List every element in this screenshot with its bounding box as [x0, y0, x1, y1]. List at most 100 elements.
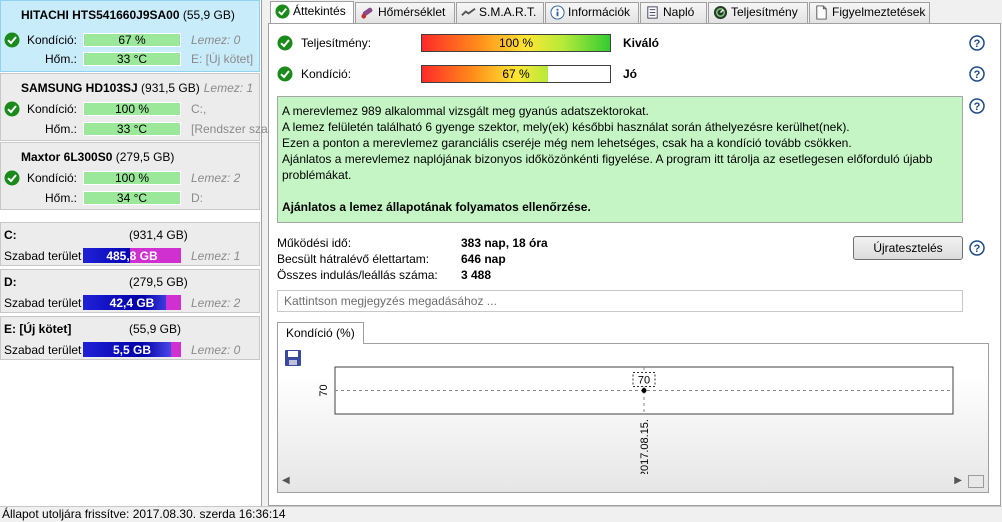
uptime-label: Működési idő:: [277, 236, 352, 250]
condition-chart: 70 2017.08.15. 70 ◀ ▶: [277, 343, 989, 493]
tab-warnings[interactable]: Figyelmeztetések: [809, 2, 930, 23]
performance-label: Teljesítmény:: [301, 36, 372, 50]
tab-smart[interactable]: S.M.A.R.T.: [456, 2, 544, 23]
tab-label: Figyelmeztetések: [832, 5, 926, 19]
disk-item-maxtor[interactable]: Maxtor 6L300S0 (279,5 GB) Kondíció: 100 …: [0, 142, 260, 210]
free-space-value: 5,5 GB: [112, 343, 151, 357]
disk-volume: E: [Új kötet]: [191, 52, 254, 66]
info-icon: [550, 5, 565, 20]
tab-label: S.M.A.R.T.: [479, 5, 537, 19]
tab-label: Áttekintés: [293, 4, 346, 18]
start-stop-label: Összes indulás/leállás száma:: [277, 268, 438, 282]
temp-value: 33 °C: [83, 52, 181, 66]
disk-volume-label: [Rendszer sza: [191, 122, 268, 136]
condition-bar: 67 %: [421, 65, 611, 83]
volume-lemez: Lemez: 1: [191, 249, 241, 263]
data-point: [641, 388, 647, 393]
chart-tab-condition[interactable]: Kondíció (%): [277, 322, 364, 344]
document-icon: [816, 5, 827, 20]
condition-value: 67 %: [502, 67, 530, 81]
scroll-right-arrow[interactable]: ▶: [954, 475, 962, 486]
temp-value: 33 °C: [83, 122, 181, 136]
disk-item-samsung[interactable]: SAMSUNG HD103SJ (931,5 GB) Lemez: 1 Kondí…: [0, 73, 268, 141]
volume-item-c[interactable]: C: (931,4 GB) Szabad terület 485,8 GB Le…: [0, 222, 260, 266]
recommendation: Ajánlatos a lemez állapotának folyamatos…: [282, 200, 591, 214]
tab-label: Hőmérséklet: [378, 5, 446, 19]
disk-volume: D:: [191, 191, 203, 205]
volume-name: E: [Új kötet]: [4, 322, 72, 336]
performance-value: 100 %: [498, 36, 534, 50]
volume-name: D:: [4, 275, 17, 289]
free-space-label: Szabad terület: [4, 343, 82, 357]
remaining-life-label: Becsült hátralévő élettartam:: [277, 252, 430, 266]
condition-value: 100 %: [83, 171, 181, 185]
message-line: A merevlemez 989 alkalommal vizsgált meg…: [282, 104, 649, 118]
svg-text:?: ?: [974, 38, 981, 50]
check-icon: [275, 4, 290, 19]
message-line: Ezen a ponton a merevlemez garanciális c…: [282, 136, 852, 150]
free-space-label: Szabad terület: [4, 249, 82, 263]
ok-check-icon: [4, 32, 20, 48]
data-label: 70: [638, 375, 650, 387]
disk-lemez: Lemez: 2: [191, 171, 241, 185]
condition-label: Kondíció:: [26, 33, 77, 47]
tab-temperature[interactable]: Hőmérséklet: [355, 2, 455, 23]
svg-text:?: ?: [974, 69, 981, 81]
tab-label: Teljesítmény: [731, 5, 798, 19]
tab-information[interactable]: Információk: [545, 2, 639, 23]
smart-icon: [461, 7, 476, 16]
disk-size: (55,9 GB): [182, 8, 235, 22]
disk-lemez: Lemez: 0: [191, 33, 241, 47]
temp-value: 34 °C: [83, 191, 181, 205]
volume-item-e[interactable]: E: [Új kötet] (55,9 GB) Szabad terület 5…: [0, 316, 260, 360]
free-space-bar: 42,4 GB: [83, 295, 181, 310]
volume-name: C:: [4, 228, 17, 242]
condition-label: Kondíció:: [301, 67, 352, 81]
chart-svg: 70 2017.08.15. 70: [318, 366, 954, 474]
disk-list-panel: HITACHI HTS541660J9SA00 (55,9 GB) Kondíc…: [0, 0, 268, 506]
status-message-box: A merevlemez 989 alkalommal vizsgált meg…: [277, 96, 963, 223]
temp-label: Hőm.:: [44, 122, 77, 136]
chart-scrollbar[interactable]: ◀ ▶: [280, 474, 986, 490]
temp-label: Hőm.:: [44, 52, 77, 66]
temp-label: Hőm.:: [44, 191, 77, 205]
disk-lemez: Lemez: 1: [203, 81, 254, 95]
free-space-bar: 485,8 GB: [83, 248, 181, 263]
help-icon[interactable]: ?: [969, 35, 985, 51]
svg-text:?: ?: [974, 101, 981, 113]
retest-button[interactable]: Újratesztelés: [853, 236, 963, 260]
message-line: Ajánlatos a merevlemez naplójának bizony…: [282, 152, 933, 182]
uptime-value: 383 nap, 18 óra: [461, 236, 548, 250]
x-tick-label: 2017.08.15.: [639, 419, 651, 474]
condition-label: Kondíció:: [26, 171, 77, 185]
volume-lemez: Lemez: 2: [191, 296, 241, 310]
free-space-bar: 5,5 GB: [83, 342, 181, 357]
scroll-left-arrow[interactable]: ◀: [282, 475, 290, 486]
y-tick-label: 70: [318, 384, 330, 396]
ok-check-icon: [4, 101, 20, 117]
volume-size: (279,5 GB): [129, 275, 188, 289]
volume-size: (931,4 GB): [129, 228, 188, 242]
volume-lemez: Lemez: 0: [191, 343, 241, 357]
disk-size: (931,5 GB): [141, 81, 200, 95]
disk-item-hitachi[interactable]: HITACHI HTS541660J9SA00 (55,9 GB) Kondíc…: [0, 0, 260, 72]
tab-performance[interactable]: Teljesítmény: [708, 2, 808, 23]
help-icon[interactable]: ?: [969, 98, 985, 114]
note-input[interactable]: Kattintson megjegyzés megadásához ...: [277, 290, 963, 312]
status-bar: Állapot utoljára frissítve: 2017.08.30. …: [0, 506, 1002, 522]
disk-name: HITACHI HTS541660J9SA00: [21, 8, 180, 22]
free-space-value: 485,8 GB: [106, 249, 158, 263]
scroll-thumb[interactable]: [968, 475, 984, 488]
volume-item-d[interactable]: D: (279,5 GB) Szabad terület 42,4 GB Lem…: [0, 269, 260, 313]
tab-overview[interactable]: Áttekintés: [270, 1, 354, 24]
tab-log[interactable]: Napló: [640, 2, 707, 23]
performance-bar: 100 %: [421, 34, 611, 52]
condition-value: 67 %: [83, 33, 181, 47]
svg-text:?: ?: [974, 243, 981, 255]
gauge-icon: [713, 5, 728, 20]
help-icon[interactable]: ?: [969, 240, 985, 256]
ok-check-icon: [277, 66, 293, 82]
condition-grade: Jó: [623, 67, 638, 81]
message-line: A lemez felületén található 6 gyenge sze…: [282, 120, 850, 134]
help-icon[interactable]: ?: [969, 66, 985, 82]
